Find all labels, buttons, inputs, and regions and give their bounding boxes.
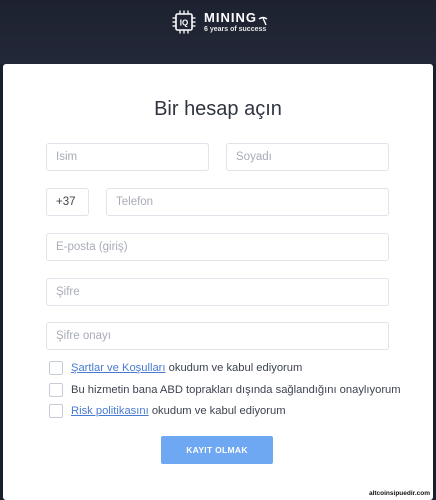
form-title: Bir hesap açın [154,98,282,120]
password-confirm-input[interactable] [46,322,389,350]
country-code-select[interactable]: +37 [46,188,89,216]
country-code-value: +37 [56,196,76,208]
terms-link[interactable]: Şartlar ve Koşulları [71,362,166,374]
register-button[interactable]: KAYIT OLMAK [161,436,273,464]
watermark: altcoinsipuedir.com [368,490,430,497]
terms-row: Şartlar ve Koşulları okudum ve kabul edi… [49,360,302,376]
pickaxe-icon [258,16,268,26]
phone-input[interactable] [106,188,389,216]
terms-text: okudum ve kabul ediyorum [165,362,303,374]
us-confirm-row: Bu hizmetin bana ABD toprakları dışında … [49,382,401,398]
chip-icon: IQ [172,10,196,34]
risk-link[interactable]: Risk politikasını [71,405,149,417]
brand-tagline: 6 years of success [204,26,267,33]
last-name-input[interactable] [226,143,389,171]
risk-row: Risk politikasını okudum ve kabul ediyor… [49,403,286,419]
risk-checkbox[interactable] [49,404,63,418]
risk-text: okudum ve kabul ediyorum [148,405,286,417]
signup-card: Bir hesap açın +37 Şartlar ve Koşulları … [3,64,433,500]
brand-logo[interactable]: IQ MINING 6 years of success [172,10,268,40]
email-input[interactable] [46,233,389,261]
logo-mark: IQ [180,19,188,28]
terms-checkbox[interactable] [49,361,63,375]
us-confirm-checkbox[interactable] [49,383,63,397]
us-confirm-text: Bu hizmetin bana ABD toprakları dışında … [71,384,401,396]
header-bar: IQ MINING 6 years of success [0,0,436,64]
first-name-input[interactable] [46,143,209,171]
password-input[interactable] [46,278,389,306]
brand-name: MINING [204,10,257,25]
